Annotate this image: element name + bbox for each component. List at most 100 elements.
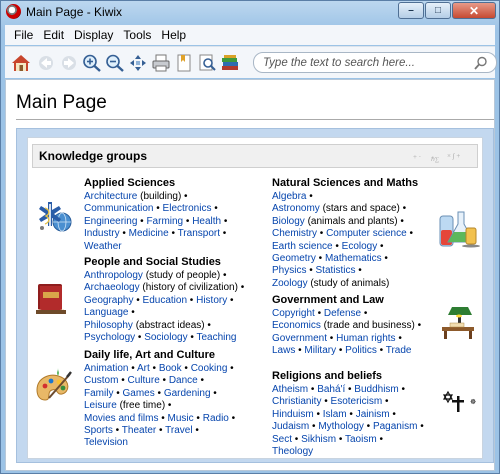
find-icon[interactable] <box>197 54 217 72</box>
link-separator-text: • <box>376 345 386 357</box>
menu-tools[interactable]: Tools <box>118 28 156 42</box>
topic-link-travel[interactable]: Travel <box>165 425 192 436</box>
topic-link-archaeology[interactable]: Archaeology <box>84 282 140 293</box>
topic-link-taoism[interactable]: Taoism <box>345 434 377 445</box>
topic-link-zoology[interactable]: Zoology <box>272 278 308 289</box>
link-line: Geography • Education • History • <box>84 295 264 307</box>
topic-link-geometry[interactable]: Geometry <box>272 253 316 264</box>
topic-link-human-rights[interactable]: Human rights <box>336 333 395 344</box>
close-button[interactable]: ✕ <box>452 2 496 19</box>
topic-link-astronomy[interactable]: Astronomy <box>272 203 320 214</box>
topic-link-communication[interactable]: Communication <box>84 203 153 214</box>
topic-link-politics[interactable]: Politics <box>345 345 377 356</box>
topic-link-electronics[interactable]: Electronics <box>163 203 212 214</box>
topic-link-ecology[interactable]: Ecology <box>342 241 378 252</box>
topic-link-economics[interactable]: Economics <box>272 320 321 331</box>
topic-link-defense[interactable]: Defense <box>324 308 361 319</box>
topic-link-judaism[interactable]: Judaism <box>272 421 309 432</box>
topic-link-art[interactable]: Art <box>137 363 150 374</box>
topic-link-mathematics[interactable]: Mathematics <box>325 253 382 264</box>
topic-link-sect[interactable]: Sect <box>272 434 292 445</box>
topic-link-christianity[interactable]: Christianity <box>272 396 321 407</box>
bookmark-icon[interactable] <box>174 54 194 72</box>
topic-link-weather[interactable]: Weather <box>84 241 122 252</box>
print-icon[interactable] <box>151 54 171 72</box>
topic-link-dance[interactable]: Dance <box>169 375 198 386</box>
topic-link-teaching[interactable]: Teaching <box>196 332 236 343</box>
topic-link-theology[interactable]: Theology <box>272 446 313 457</box>
topic-link-islam[interactable]: Islam <box>323 409 347 420</box>
topic-link-algebra[interactable]: Algebra <box>272 191 306 202</box>
topic-link-language[interactable]: Language <box>84 307 129 318</box>
topic-link-culture[interactable]: Culture <box>128 375 160 386</box>
topic-link-jainism[interactable]: Jainism <box>356 409 390 420</box>
zoom-out-icon[interactable] <box>105 54 125 72</box>
topic-link-hinduism[interactable]: Hinduism <box>272 409 314 420</box>
topic-link-mythology[interactable]: Mythology <box>318 421 364 432</box>
topic-link-biology[interactable]: Biology <box>272 216 305 227</box>
menu-edit[interactable]: Edit <box>38 28 69 42</box>
topic-link-engineering[interactable]: Engineering <box>84 216 137 227</box>
topic-link-earth-science[interactable]: Earth science <box>272 241 333 252</box>
topic-link-copyright[interactable]: Copyright <box>272 308 315 319</box>
link-separator-text: • <box>168 228 178 240</box>
topic-link-history[interactable]: History <box>196 295 227 306</box>
topic-link-sociology[interactable]: Sociology <box>144 332 187 343</box>
search-input[interactable] <box>263 55 473 71</box>
topic-link-book[interactable]: Book <box>159 363 182 374</box>
forward-icon[interactable] <box>59 54 79 72</box>
topic-link-transport[interactable]: Transport <box>178 228 220 239</box>
topic-link-architecture[interactable]: Architecture <box>84 191 137 202</box>
minimize-button[interactable]: – <box>398 2 424 19</box>
topic-link-music[interactable]: Music <box>168 413 194 424</box>
menu-help[interactable]: Help <box>156 28 191 42</box>
topic-link-games[interactable]: Games <box>123 388 155 399</box>
topic-link-geography[interactable]: Geography <box>84 295 133 306</box>
topic-link-sports[interactable]: Sports <box>84 425 113 436</box>
topic-link-family[interactable]: Family <box>84 388 113 399</box>
topic-link-government[interactable]: Government <box>272 333 327 344</box>
topic-link-chemistry[interactable]: Chemistry <box>272 228 317 239</box>
topic-link-sikhism[interactable]: Sikhism <box>301 434 336 445</box>
topic-link-atheism[interactable]: Atheism <box>272 384 308 395</box>
topic-link-laws[interactable]: Laws <box>272 345 295 356</box>
topic-link-trade[interactable]: Trade <box>386 345 412 356</box>
menu-file[interactable]: File <box>9 28 38 42</box>
svg-text:× ∫ +: × ∫ + <box>447 152 460 160</box>
library-icon[interactable] <box>220 54 240 72</box>
topic-link-bah-[interactable]: Bahá'í <box>317 384 345 395</box>
topic-link-cooking[interactable]: Cooking <box>191 363 228 374</box>
topic-link-custom[interactable]: Custom <box>84 375 118 386</box>
topic-link-health[interactable]: Health <box>192 216 221 227</box>
zoom-in-icon[interactable] <box>82 54 102 72</box>
topic-link-computer-science[interactable]: Computer science <box>326 228 407 239</box>
home-icon[interactable] <box>11 54 31 72</box>
menu-display[interactable]: Display <box>69 28 118 42</box>
back-icon[interactable] <box>36 54 56 72</box>
topic-link-gardening[interactable]: Gardening <box>164 388 211 399</box>
topic-link-physics[interactable]: Physics <box>272 265 306 276</box>
topic-link-paganism[interactable]: Paganism <box>373 421 417 432</box>
topic-link-statistics[interactable]: Statistics <box>316 265 356 276</box>
fullscreen-icon[interactable] <box>128 54 148 72</box>
topic-link-medicine[interactable]: Medicine <box>129 228 169 239</box>
topic-link-farming[interactable]: Farming <box>146 216 183 227</box>
topic-link-industry[interactable]: Industry <box>84 228 120 239</box>
link-separator-text: • <box>149 363 159 374</box>
topic-link-animation[interactable]: Animation <box>84 363 128 374</box>
topic-link-anthropology[interactable]: Anthropology <box>84 270 143 281</box>
maximize-button[interactable]: □ <box>425 2 451 19</box>
topic-link-theater[interactable]: Theater <box>122 425 156 436</box>
topic-link-buddhism[interactable]: Buddhism <box>354 384 398 395</box>
topic-link-esotericism[interactable]: Esotericism <box>331 396 383 407</box>
topic-link-television[interactable]: Television <box>84 437 128 448</box>
search-icon[interactable] <box>474 56 488 70</box>
topic-link-leisure[interactable]: Leisure <box>84 400 117 411</box>
topic-link-psychology[interactable]: Psychology <box>84 332 135 343</box>
topic-link-movies-and-films[interactable]: Movies and films <box>84 413 158 424</box>
topic-link-military[interactable]: Military <box>304 345 336 356</box>
topic-link-radio[interactable]: Radio <box>203 413 229 424</box>
topic-link-philosophy[interactable]: Philosophy <box>84 320 133 331</box>
topic-link-education[interactable]: Education <box>143 295 187 306</box>
link-separator-text: • <box>210 387 217 399</box>
